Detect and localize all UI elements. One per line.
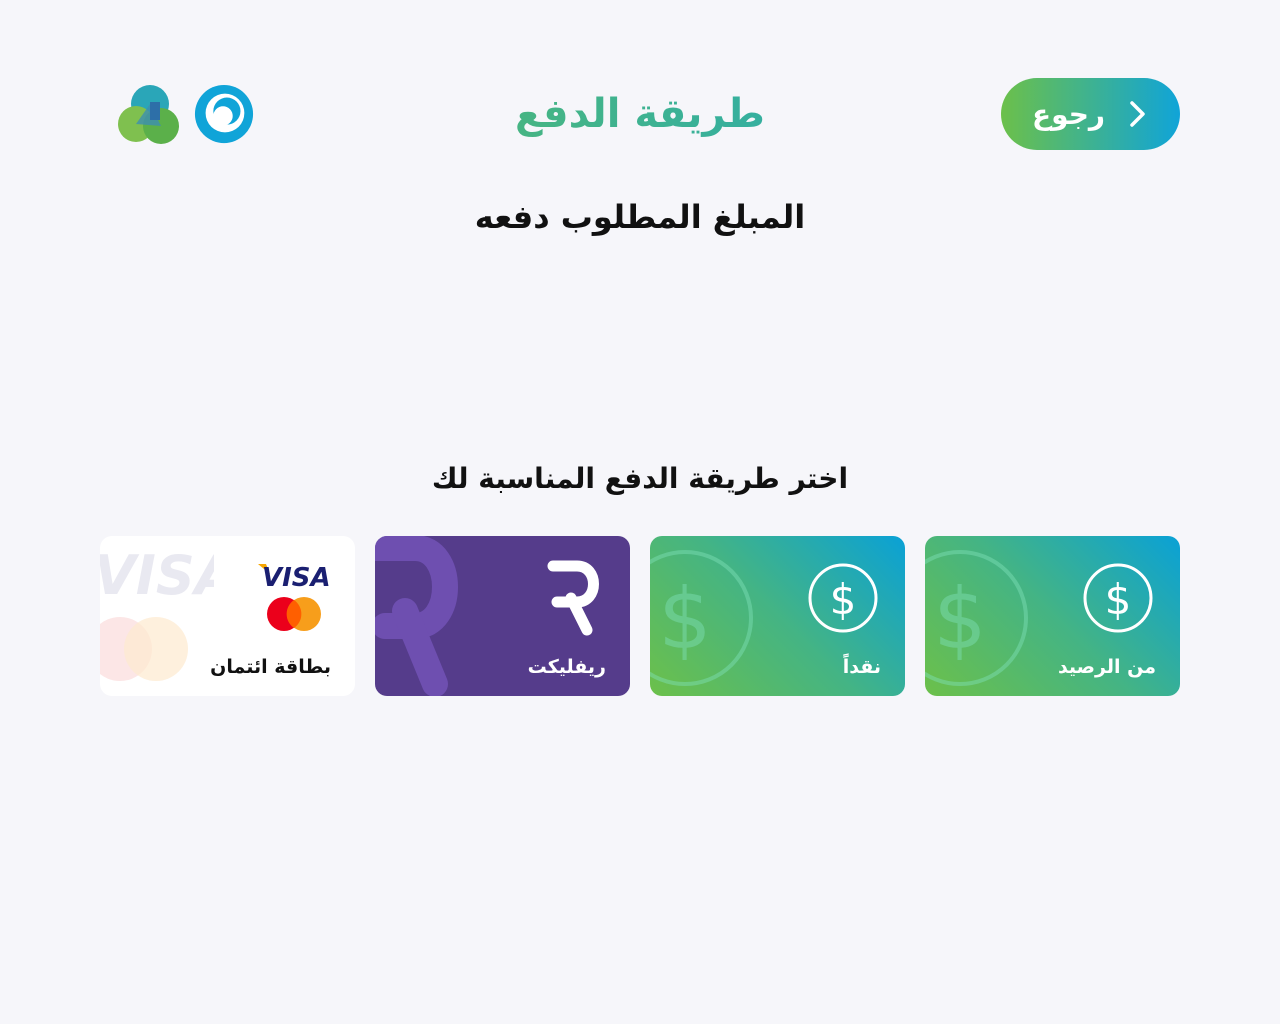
visa-logo-icon: VISA [258, 563, 331, 592]
svg-text:$: $ [1105, 575, 1132, 624]
dollar-watermark-icon: $ [925, 550, 1028, 686]
dollar-circle-icon: $ [808, 563, 878, 633]
payment-card-label: نقداً [842, 656, 881, 678]
svg-text:VISA: VISA [262, 563, 331, 592]
reflect-logo-icon [547, 560, 599, 636]
dollar-circle-icon: $ [1083, 563, 1153, 633]
back-button-label: رجوع [1032, 97, 1105, 131]
payment-card-credit[interactable]: VISA VISA بطاقة ائتمان [100, 536, 355, 696]
svg-text:$: $ [830, 575, 857, 624]
amount-due-label: المبلغ المطلوب دفعه [474, 198, 806, 236]
back-button[interactable]: رجوع [1001, 78, 1180, 150]
chevron-right-icon [1130, 101, 1145, 127]
payment-card-cash[interactable]: $ $ نقداً [650, 536, 905, 696]
mastercard-logo-icon [267, 597, 321, 631]
reflect-watermark-icon [375, 536, 458, 696]
payment-card-label: بطاقة ائتمان [210, 656, 331, 678]
mastercard-watermark-icon [100, 617, 188, 681]
svg-text:$: $ [658, 570, 711, 668]
visa-watermark-icon: VISA [100, 544, 214, 604]
payment-card-label: من الرصيد [1057, 656, 1156, 678]
svg-text:VISA: VISA [100, 544, 214, 604]
dollar-watermark-icon: $ [650, 550, 753, 686]
choose-payment-label: اختر طريقة الدفع المناسبة لك [431, 462, 849, 495]
svg-text:$: $ [933, 570, 986, 668]
payment-card-reflect[interactable]: ريفليكت [375, 536, 630, 696]
payment-card-label: ريفليكت [527, 656, 606, 678]
payment-card-balance[interactable]: $ $ من الرصيد [925, 536, 1180, 696]
